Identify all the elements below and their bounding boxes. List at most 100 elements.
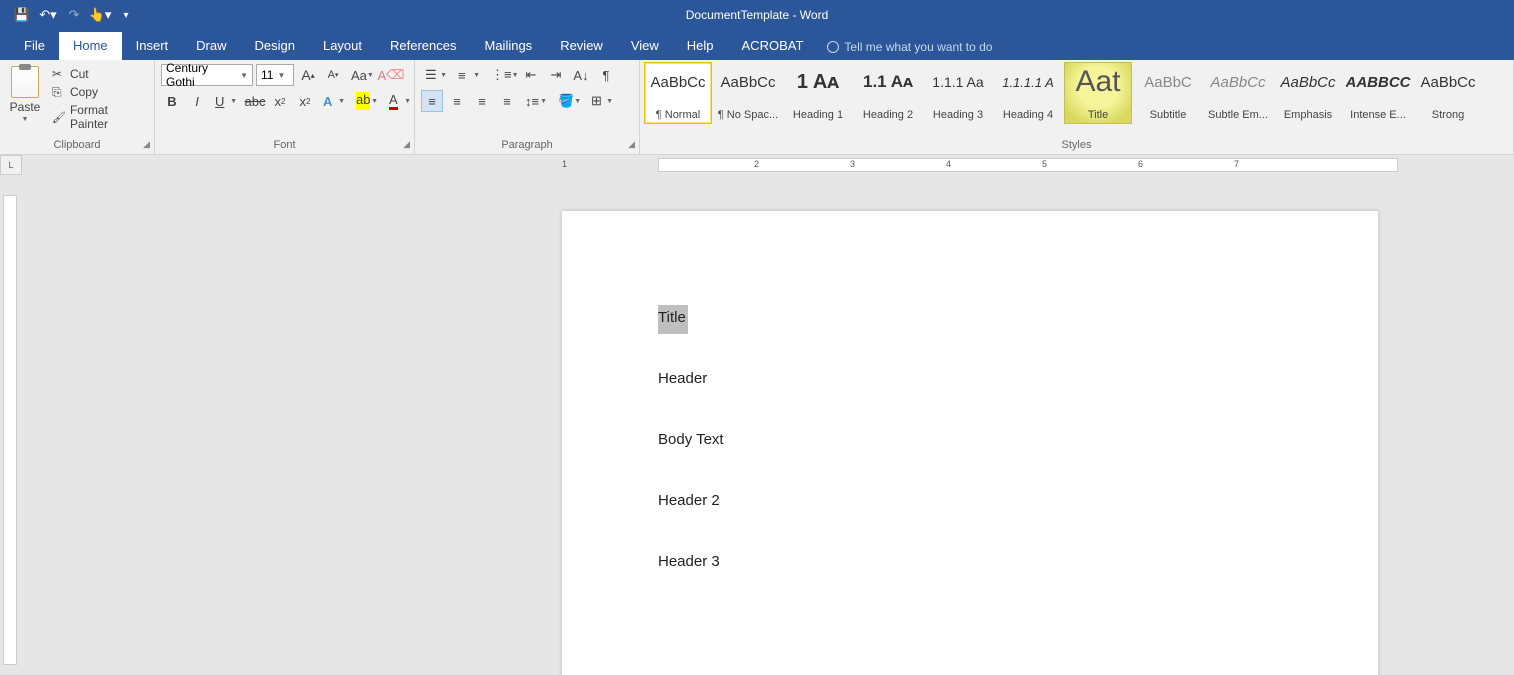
group-font: Century Gothi▼ 11▼ A▴ A▾ Aa▼ A⌫ B I U▼ a… (155, 60, 415, 154)
clear-formatting-button[interactable]: A⌫ (380, 64, 402, 86)
tab-view[interactable]: View (617, 32, 673, 60)
style-tile-subtle-em-[interactable]: AaBbCcSubtle Em... (1204, 62, 1272, 124)
style-tile-emphasis[interactable]: AaBbCcEmphasis (1274, 62, 1342, 124)
style-name-label: ¶ No Spac... (717, 109, 779, 121)
show-marks-button[interactable]: ¶ (595, 64, 617, 86)
ruler-horizontal: L 1 2 3 4 5 6 7 (0, 155, 1514, 175)
paste-label: Paste (10, 100, 41, 114)
shading-button[interactable]: 🪣▼ (554, 90, 584, 112)
style-preview: 1 Aᴀ (797, 67, 839, 97)
decrease-indent-button[interactable]: ⇤ (520, 64, 542, 86)
tab-mailings[interactable]: Mailings (471, 32, 547, 60)
style-name-label: Emphasis (1277, 109, 1339, 121)
tab-selector[interactable]: L (0, 155, 22, 175)
style-tile-heading-1[interactable]: 1 Aᴀ Heading 1 (784, 62, 852, 124)
style-name-label: Subtitle (1137, 109, 1199, 121)
style-tile-heading-4[interactable]: 1.1.1.1 AHeading 4 (994, 62, 1062, 124)
title-bar: 💾 ↶▾ ↷ 👆▾ ▾ DocumentTemplate - Word (0, 0, 1514, 30)
document-line[interactable]: Header 2 (658, 492, 1378, 509)
increase-indent-button[interactable]: ⇥ (545, 64, 567, 86)
tab-review[interactable]: Review (546, 32, 617, 60)
shrink-font-button[interactable]: A▾ (322, 64, 344, 86)
redo-icon[interactable]: ↷ (62, 3, 86, 27)
cut-button[interactable]: Cut (48, 66, 148, 82)
style-name-label: Intense E... (1347, 109, 1409, 121)
tab-acrobat[interactable]: ACROBAT (728, 32, 818, 60)
subscript-button[interactable]: x2 (269, 90, 291, 112)
sort-button[interactable]: A↓ (570, 64, 592, 86)
ribbon-tabs: File Home Insert Draw Design Layout Refe… (0, 30, 1514, 60)
ruler-vertical[interactable] (0, 175, 22, 675)
line-spacing-button[interactable]: ↕≡▼ (521, 90, 551, 112)
text-effects-button[interactable]: A▼ (319, 90, 349, 112)
group-label-font: Font (273, 139, 295, 151)
style-tile-title[interactable]: AatTitle (1064, 62, 1132, 124)
underline-button[interactable]: U▼ (211, 90, 241, 112)
strikethrough-button[interactable]: abc (244, 90, 266, 112)
borders-button[interactable]: ⊞▼ (587, 90, 617, 112)
paste-icon (11, 66, 39, 98)
paragraph-launcher-icon[interactable]: ◢ (628, 139, 635, 150)
bold-button[interactable]: B (161, 90, 183, 112)
group-styles: AaBbCc¶ NormalAaBbCc¶ No Spac...1 AᴀHead… (640, 60, 1514, 154)
document-canvas[interactable]: Title Header Body Text Header 2 Header 3 (22, 175, 1514, 675)
font-launcher-icon[interactable]: ◢ (403, 139, 410, 150)
tab-draw[interactable]: Draw (182, 32, 240, 60)
numbering-button[interactable]: ≡▼ (454, 64, 484, 86)
document-line[interactable]: Title (658, 309, 1378, 326)
style-name-label: Heading 1 (787, 109, 849, 121)
bullets-button[interactable]: ☰▼ (421, 64, 451, 86)
undo-icon[interactable]: ↶▾ (36, 3, 60, 27)
justify-button[interactable]: ≡ (496, 90, 518, 112)
style-preview: 1.1 Aᴀ (863, 67, 913, 97)
font-color-button[interactable]: A▼ (385, 90, 415, 112)
document-line[interactable]: Header (658, 370, 1378, 387)
document-line[interactable]: Body Text (658, 431, 1378, 448)
italic-button[interactable]: I (186, 90, 208, 112)
tab-file[interactable]: File (10, 32, 59, 60)
page[interactable]: Title Header Body Text Header 2 Header 3 (562, 211, 1378, 675)
group-clipboard: Paste ▼ Cut Copy Format Painter Clipboar… (0, 60, 155, 154)
grow-font-button[interactable]: A▴ (297, 64, 319, 86)
copy-icon (52, 85, 66, 99)
tab-help[interactable]: Help (673, 32, 728, 60)
group-paragraph: ☰▼ ≡▼ ⋮≡▼ ⇤ ⇥ A↓ ¶ ≡ ≡ ≡ ≡ ↕≡▼ 🪣▼ ⊞▼ Par… (415, 60, 640, 154)
style-tile--no-spac-[interactable]: AaBbCc ¶ No Spac... (714, 62, 782, 124)
superscript-button[interactable]: x2 (294, 90, 316, 112)
ribbon: Paste ▼ Cut Copy Format Painter Clipboar… (0, 60, 1514, 155)
align-center-button[interactable]: ≡ (446, 90, 468, 112)
style-tile-intense-e-[interactable]: AABBCCIntense E... (1344, 62, 1412, 124)
change-case-button[interactable]: Aa▼ (347, 64, 377, 86)
style-preview: 1.1.1.1 A (1002, 67, 1054, 97)
document-line[interactable]: Header 3 (658, 553, 1378, 570)
align-right-button[interactable]: ≡ (471, 90, 493, 112)
style-tile-subtitle[interactable]: AaBbCSubtitle (1134, 62, 1202, 124)
touch-mode-icon[interactable]: 👆▾ (88, 3, 112, 27)
paste-button[interactable]: Paste ▼ (6, 64, 44, 123)
tab-references[interactable]: References (376, 32, 470, 60)
style-tile-strong[interactable]: AaBbCcStrong (1414, 62, 1482, 124)
ruler-h-track[interactable]: 1 2 3 4 5 6 7 (22, 155, 1514, 175)
qat-customize-icon[interactable]: ▾ (114, 3, 138, 27)
tell-me-search[interactable]: Tell me what you want to do (817, 34, 1002, 60)
tab-design[interactable]: Design (241, 32, 309, 60)
font-size-combo[interactable]: 11▼ (256, 64, 294, 86)
brush-icon (52, 110, 66, 124)
tab-layout[interactable]: Layout (309, 32, 376, 60)
save-icon[interactable]: 💾 (10, 3, 34, 27)
tab-home[interactable]: Home (59, 32, 122, 60)
highlight-button[interactable]: ab▼ (352, 90, 382, 112)
clipboard-launcher-icon[interactable]: ◢ (143, 139, 150, 150)
font-name-combo[interactable]: Century Gothi▼ (161, 64, 253, 86)
align-left-button[interactable]: ≡ (421, 90, 443, 112)
style-tile-heading-3[interactable]: 1.1.1 AaHeading 3 (924, 62, 992, 124)
style-tile-heading-2[interactable]: 1.1 AᴀHeading 2 (854, 62, 922, 124)
style-name-label: ¶ Normal (647, 109, 709, 121)
format-painter-button[interactable]: Format Painter (48, 102, 148, 132)
multilevel-list-button[interactable]: ⋮≡▼ (487, 64, 517, 86)
style-preview: AaBbCc (720, 67, 775, 97)
style-tile--normal[interactable]: AaBbCc¶ Normal (644, 62, 712, 124)
copy-button[interactable]: Copy (48, 84, 148, 100)
style-preview: AaBbCc (1420, 67, 1475, 97)
tab-insert[interactable]: Insert (122, 32, 183, 60)
